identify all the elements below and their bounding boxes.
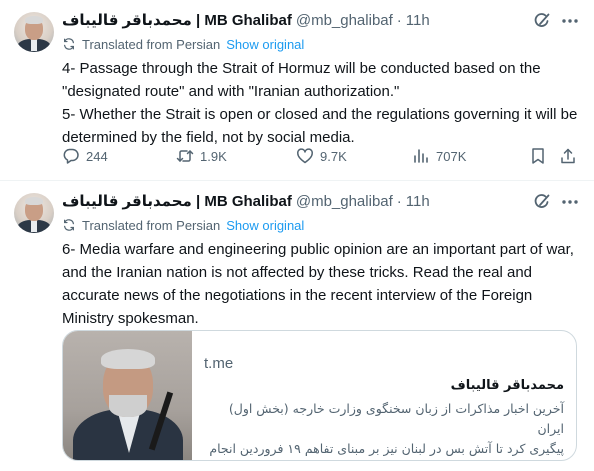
link-card[interactable]: t.me محمدباقر قالیباف آخرین اخبار مذاکرا… xyxy=(62,330,577,461)
card-description: آخرین اخبار مذاکرات از زبان سخنگوی وزارت… xyxy=(204,399,564,460)
share-button[interactable] xyxy=(559,147,583,165)
tweet-text: 6- Media warfare and engineering public … xyxy=(62,241,574,327)
reply-icon xyxy=(63,148,79,164)
translated-label: Translated from Persian xyxy=(82,217,221,233)
separator-dot: · xyxy=(396,192,402,210)
bookmark-button[interactable] xyxy=(529,147,553,165)
separator-dot: · xyxy=(396,11,402,29)
card-description-line: آخرین اخبار مذاکرات از زبان سخنگوی وزارت… xyxy=(228,401,564,436)
avatar-shirt xyxy=(31,220,37,232)
translated-label: Translated from Persian xyxy=(82,36,221,52)
author-handle[interactable]: @mb_ghalibaf xyxy=(296,12,393,29)
tweet[interactable]: محمدباقر قالیباف | MB Ghalibaf @mb_ghali… xyxy=(0,181,594,471)
views-button[interactable]: 707K xyxy=(412,147,466,165)
tweet[interactable]: محمدباقر قالیباف | MB Ghalibaf @mb_ghali… xyxy=(0,0,594,181)
more-icon[interactable] xyxy=(560,11,580,31)
avatar-shirt xyxy=(31,39,37,51)
tweet-header: محمدباقر قالیباف | MB Ghalibaf @mb_ghali… xyxy=(62,191,430,211)
like-count: 9.7K xyxy=(320,148,347,164)
show-original-link[interactable]: Show original xyxy=(226,37,304,52)
reply-count: 244 xyxy=(86,148,108,164)
card-title: محمدباقر قالیباف xyxy=(450,378,564,393)
author-name[interactable]: محمدباقر قالیباف | MB Ghalibaf xyxy=(62,192,292,210)
bookmark-icon xyxy=(532,148,544,164)
like-button[interactable]: 9.7K xyxy=(296,147,347,165)
author-handle[interactable]: @mb_ghalibaf xyxy=(296,193,393,210)
tweet-timestamp[interactable]: 11h xyxy=(406,193,430,210)
author-name[interactable]: محمدباقر قالیباف | MB Ghalibaf xyxy=(62,11,292,29)
views-icon xyxy=(414,149,428,163)
grok-icon[interactable] xyxy=(532,192,552,212)
grok-icon[interactable] xyxy=(532,11,552,31)
card-description-line: پیگیری کرد تا آتش بس در لبنان نیز بر مبن… xyxy=(209,441,564,456)
tweet-text: 4- Passage through the Strait of Hormuz … xyxy=(62,60,578,146)
thumbnail-beard xyxy=(109,395,147,417)
tweet-header: محمدباقر قالیباف | MB Ghalibaf @mb_ghali… xyxy=(62,10,430,30)
avatar-hair xyxy=(25,16,43,24)
avatar-hair xyxy=(25,197,43,205)
tweet-timestamp[interactable]: 11h xyxy=(406,12,430,29)
retweet-icon xyxy=(176,150,194,162)
views-count: 707K xyxy=(436,148,467,164)
thumbnail-hair xyxy=(101,349,155,369)
translation-notice: Translated from Persian Show original xyxy=(62,216,304,234)
more-icon[interactable] xyxy=(560,192,580,212)
avatar[interactable] xyxy=(14,193,54,233)
translation-notice: Translated from Persian Show original xyxy=(62,35,304,53)
reply-button[interactable]: 244 xyxy=(62,147,108,165)
translate-icon xyxy=(64,219,74,231)
show-original-link[interactable]: Show original xyxy=(226,218,304,233)
card-domain: t.me xyxy=(204,355,234,372)
tweet-actions: 244 1.9K 9.7K 707K xyxy=(62,147,582,167)
repost-button[interactable]: 1.9K xyxy=(176,147,227,165)
repost-count: 1.9K xyxy=(200,148,227,164)
translate-icon xyxy=(64,38,74,50)
avatar[interactable] xyxy=(14,12,54,52)
card-text: t.me محمدباقر قالیباف آخرین اخبار مذاکرا… xyxy=(204,331,564,460)
heart-icon xyxy=(297,148,313,164)
card-thumbnail xyxy=(63,331,192,460)
share-icon xyxy=(561,148,575,164)
